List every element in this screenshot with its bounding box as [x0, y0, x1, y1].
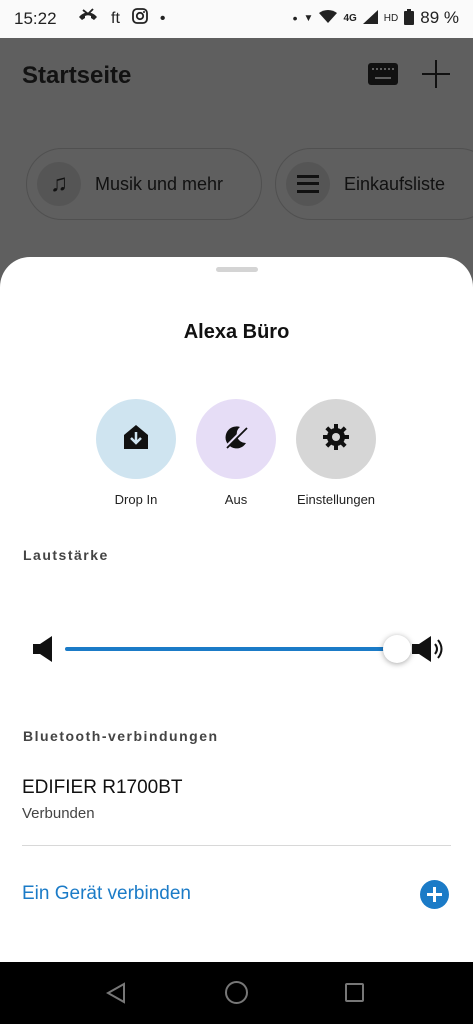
do-not-disturb-icon [221, 422, 251, 457]
settings-label: Einstellungen [296, 492, 376, 507]
vibrate-icon: ▼ [303, 12, 314, 24]
ft-app-label: ft [111, 9, 120, 27]
keyboard-icon[interactable] [368, 63, 398, 85]
signal-icon [362, 9, 378, 27]
recent-apps-icon[interactable] [345, 983, 364, 1002]
volume-slider-track[interactable] [65, 647, 396, 651]
volume-down-icon[interactable] [33, 635, 53, 668]
dot-icon: • [292, 10, 298, 26]
volume-up-icon[interactable] [412, 635, 446, 668]
device-bottom-sheet: Alexa Büro Drop In Aus Einstellungen Lau… [0, 257, 473, 968]
settings-button[interactable]: Einstellungen [276, 399, 396, 507]
system-nav-bar [0, 962, 473, 1024]
music-note-icon: ♫ [37, 162, 81, 206]
volume-slider-thumb[interactable] [383, 635, 411, 663]
wifi-icon [319, 9, 338, 27]
bluetooth-device-status: Verbunden [22, 805, 95, 822]
connect-device-link[interactable]: Ein Gerät verbinden [22, 883, 191, 905]
chip-shopping-list-label: Einkaufsliste [344, 173, 446, 194]
divider [22, 845, 451, 846]
volume-section-label: Lautstärke [23, 547, 109, 563]
battery-percent: 89 % [420, 8, 459, 27]
hd-label: HD [383, 12, 399, 24]
status-bar: 15:22 ft • • ▼ 4G HD 89 % [0, 0, 473, 38]
back-icon[interactable] [105, 982, 126, 1009]
drop-in-icon [122, 423, 150, 456]
notification-dot: • [159, 9, 166, 27]
sheet-drag-handle[interactable] [216, 267, 258, 272]
missed-call-icon [77, 8, 99, 29]
home-icon[interactable] [225, 981, 248, 1004]
add-circle-icon[interactable] [420, 880, 449, 909]
sheet-title: Alexa Büro [183, 321, 290, 343]
bluetooth-device-name[interactable]: EDIFIER R1700BT [22, 777, 183, 799]
list-icon [286, 162, 330, 206]
gear-icon [321, 422, 351, 457]
battery-icon [404, 8, 415, 28]
chip-music-label: Musik und mehr [95, 173, 224, 194]
chip-shopping-list[interactable]: Einkaufsliste [275, 148, 473, 220]
page-title: Startseite [22, 62, 132, 89]
status-time: 15:22 [14, 9, 57, 28]
bluetooth-section-label: Bluetooth-verbindungen [23, 728, 219, 744]
chip-music[interactable]: ♫ Musik und mehr [26, 148, 262, 220]
instagram-icon [131, 8, 148, 29]
add-icon[interactable] [422, 60, 450, 88]
network-type: 4G [343, 12, 357, 24]
